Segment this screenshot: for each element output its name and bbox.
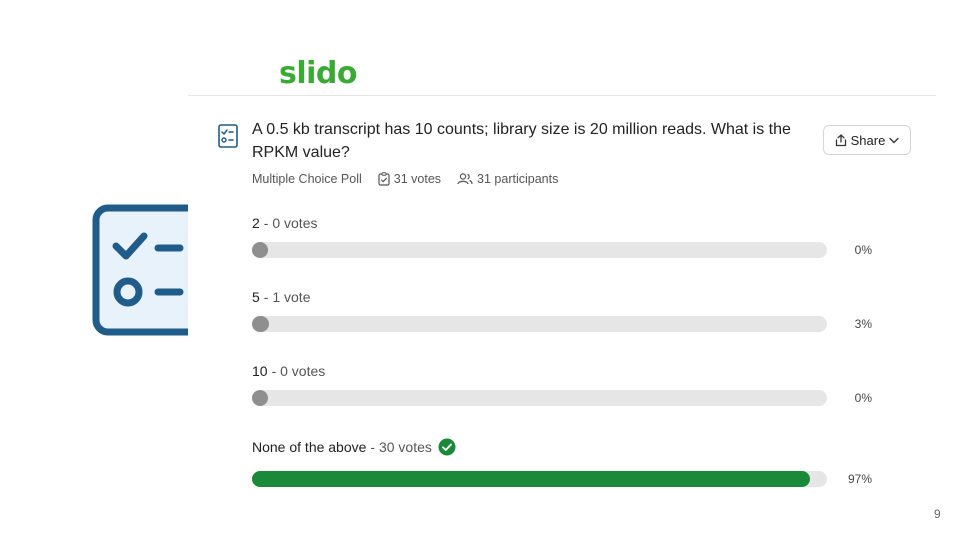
poll-option-correct: None of the above - 30 votes 97% bbox=[252, 437, 872, 489]
option-bar-fill bbox=[252, 390, 268, 406]
option-value: 10 bbox=[252, 363, 268, 379]
option-percent: 97% bbox=[847, 472, 872, 486]
participants-label: 31 participants bbox=[477, 172, 559, 186]
poll-question: A 0.5 kb transcript has 10 counts; libra… bbox=[252, 121, 791, 161]
option-bar-fill bbox=[252, 471, 810, 487]
poll-option: 5 - 1 vote 3% bbox=[252, 287, 872, 337]
option-percent: 0% bbox=[854, 391, 872, 405]
share-icon bbox=[835, 133, 846, 146]
poll-checklist-icon bbox=[92, 204, 188, 336]
option-percent: 3% bbox=[854, 317, 872, 331]
poll-type-icon bbox=[218, 124, 238, 148]
option-bar-track bbox=[252, 471, 827, 487]
share-label: Share bbox=[850, 132, 886, 148]
poll-results-card: A 0.5 kb transcript has 10 counts; libra… bbox=[188, 95, 936, 540]
option-value: None of the above bbox=[252, 439, 367, 455]
clipboard-check-icon bbox=[378, 172, 390, 186]
option-value: 5 bbox=[252, 289, 260, 305]
option-percent: 0% bbox=[854, 243, 872, 257]
participants-count: 31 participants bbox=[457, 172, 558, 186]
page-number: 9 bbox=[934, 507, 941, 521]
votes-count: 31 votes bbox=[378, 172, 441, 186]
option-label: None of the above - 30 votes bbox=[252, 437, 872, 457]
slido-logo: slido bbox=[279, 56, 358, 91]
poll-type-label: Multiple Choice Poll bbox=[252, 172, 362, 186]
poll-option: 2 - 0 votes 0% bbox=[252, 213, 872, 263]
option-vote-count: - 0 votes bbox=[263, 215, 318, 231]
option-bar-fill bbox=[252, 316, 270, 332]
option-bar-track bbox=[252, 242, 827, 258]
option-label: 2 - 0 votes bbox=[252, 213, 872, 233]
poll-option: 10 - 0 votes 0% bbox=[252, 361, 872, 411]
option-vote-count: - 0 votes bbox=[271, 363, 326, 379]
option-label: 10 - 0 votes bbox=[252, 361, 872, 381]
poll-meta: Multiple Choice Poll 31 votes 31 partici… bbox=[252, 172, 574, 186]
option-bar-track bbox=[252, 316, 827, 332]
option-bar-fill bbox=[252, 242, 268, 258]
share-button[interactable]: Share bbox=[823, 125, 911, 155]
option-vote-count: - 30 votes bbox=[370, 439, 432, 455]
votes-label: 31 votes bbox=[393, 172, 442, 186]
chevron-down-icon bbox=[889, 137, 899, 143]
option-vote-count: - 1 vote bbox=[263, 289, 311, 305]
option-bar-track bbox=[252, 390, 827, 406]
people-icon bbox=[457, 173, 473, 185]
option-label: 5 - 1 vote bbox=[252, 287, 872, 307]
option-value: 2 bbox=[252, 215, 260, 231]
correct-answer-check-icon bbox=[438, 438, 456, 456]
